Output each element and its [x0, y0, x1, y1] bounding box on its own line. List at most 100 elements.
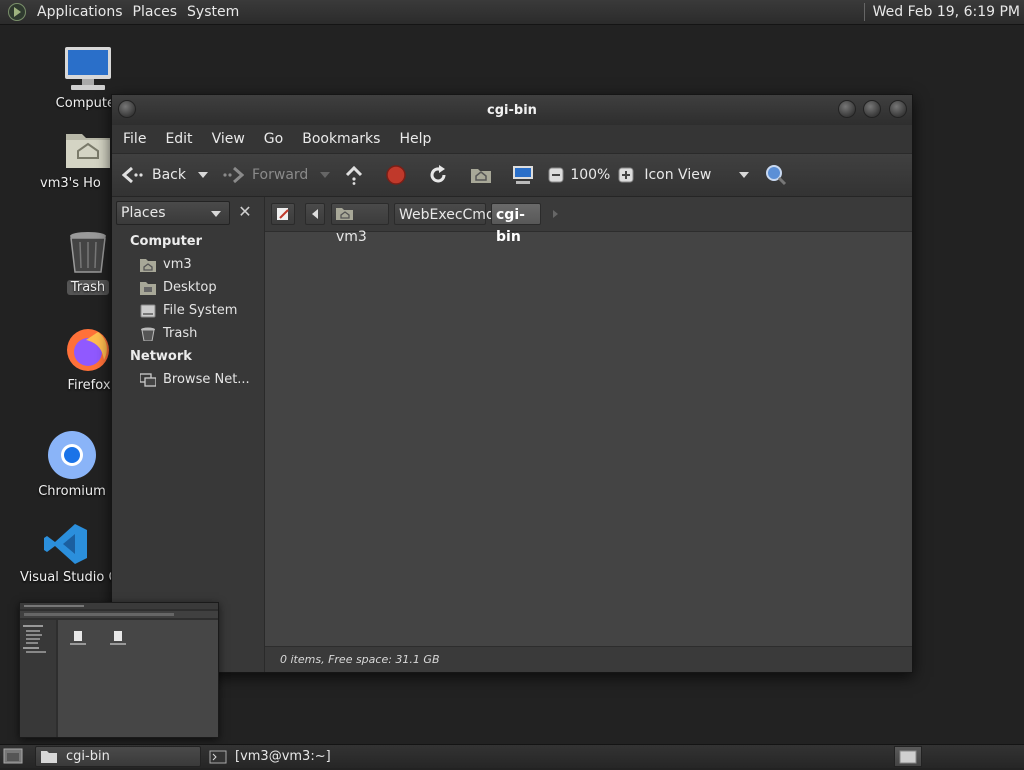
terminal-icon: [209, 750, 227, 763]
search-button[interactable]: [765, 164, 787, 186]
reload-button[interactable]: [428, 165, 448, 185]
view-mode-dropdown[interactable]: [739, 172, 750, 178]
computer-icon: [513, 166, 534, 184]
clock[interactable]: Wed Feb 19, 6:19 PM: [873, 4, 1020, 20]
sidebar-selector[interactable]: Places: [116, 201, 230, 225]
top-panel: Applications Places System Wed Feb 19, 6…: [0, 0, 1024, 25]
reload-icon: [430, 165, 446, 183]
forward-button[interactable]: Forward: [222, 166, 308, 184]
view-mode-select[interactable]: Icon View: [644, 167, 711, 183]
toolbar: Back Forward 100% Icon View: [112, 153, 912, 197]
sidebar-item-browse-network[interactable]: Browse Net...: [140, 372, 250, 387]
chromium-icon: [48, 431, 96, 479]
path-crumb-label: vm3: [336, 229, 367, 245]
search-icon: [766, 165, 787, 186]
places-menu[interactable]: Places: [128, 4, 183, 20]
menu-bookmarks[interactable]: Bookmarks: [296, 131, 386, 147]
firefox-icon: [67, 329, 109, 371]
desktop-icon-label: vm3's Home: [40, 176, 100, 191]
back-history-dropdown[interactable]: [198, 172, 208, 178]
desktop-icon-vscode[interactable]: Visual Studio Code: [20, 522, 112, 585]
sidebar-close-icon[interactable]: ✕: [236, 203, 254, 221]
zoom-level[interactable]: 100%: [570, 167, 610, 183]
trash-icon: [141, 327, 155, 341]
menu-edit[interactable]: Edit: [159, 131, 198, 147]
home-folder-icon: [471, 169, 492, 183]
back-label: Back: [152, 167, 186, 183]
status-bar: 0 items, Free space: 31.1 GB: [265, 646, 912, 672]
computer-icon: [65, 47, 111, 90]
window-title: cgi-bin: [487, 102, 537, 118]
forward-history-dropdown[interactable]: [320, 172, 331, 178]
home-folder-icon: [140, 258, 156, 272]
window-menu-button[interactable]: [118, 100, 136, 118]
forward-label: Forward: [252, 167, 309, 183]
stop-icon: [386, 165, 407, 185]
edit-location-button[interactable]: [271, 203, 295, 225]
view-mode-label: Icon View: [644, 167, 712, 183]
drive-icon: [140, 304, 156, 317]
menubar: File Edit View Go Bookmarks Help: [112, 125, 912, 153]
close-button[interactable]: [889, 100, 907, 118]
home-button[interactable]: [470, 166, 492, 184]
sidebar-header-computer: Computer: [130, 234, 203, 249]
pencil-note-icon: [277, 208, 289, 220]
status-text: 0 items, Free space: 31.1 GB: [280, 653, 440, 666]
menu-file[interactable]: File: [117, 131, 152, 147]
file-view[interactable]: vm3 WebExecCmd cgi-bin 0 items, Free spa…: [265, 197, 912, 672]
panel-separator: [863, 3, 865, 21]
forward-arrow-icon: [223, 166, 244, 184]
window-preview-thumbnail[interactable]: [19, 602, 219, 738]
desktop-folder-icon: [140, 281, 156, 295]
menu-go[interactable]: Go: [258, 131, 289, 147]
stop-button[interactable]: [386, 165, 407, 185]
menu-help[interactable]: Help: [393, 131, 437, 147]
chevron-down-icon: [211, 211, 221, 217]
path-bar: vm3 WebExecCmd cgi-bin: [265, 197, 912, 245]
sidebar-item-trash[interactable]: Trash: [140, 326, 197, 341]
path-scroll-right-icon[interactable]: [553, 210, 558, 218]
folder-icon: [41, 750, 57, 763]
window-titlebar[interactable]: cgi-bin: [112, 95, 912, 125]
sidebar-item-desktop[interactable]: Desktop: [140, 280, 217, 295]
zoom-in-button[interactable]: [618, 167, 634, 183]
zoom-in-icon: [618, 167, 634, 183]
show-desktop-icon: [3, 748, 23, 764]
path-crumb-cgi-bin[interactable]: cgi-bin: [491, 203, 541, 245]
taskbar-item-terminal[interactable]: [vm3@vm3:~]: [205, 746, 405, 767]
sidebar-item-file-system[interactable]: File System: [140, 303, 237, 318]
back-arrow-icon: [122, 166, 143, 184]
show-desktop-button[interactable]: [3, 748, 23, 768]
system-menu[interactable]: System: [182, 4, 244, 20]
applications-menu[interactable]: Applications: [32, 4, 128, 20]
path-crumb-label: cgi-bin: [496, 207, 525, 245]
sidebar-item-vm3[interactable]: vm3: [140, 257, 192, 272]
sidebar: Places ✕ Computer vm3 Desktop File Syste…: [112, 197, 265, 672]
back-button[interactable]: Back: [122, 166, 186, 184]
bottom-panel: cgi-bin [vm3@vm3:~]: [0, 744, 1024, 768]
menu-view[interactable]: View: [206, 131, 251, 147]
sidebar-item-label: Browse Net...: [163, 372, 250, 387]
path-crumb-webexeccmd[interactable]: WebExecCmd: [394, 203, 495, 225]
network-icon: [140, 372, 156, 387]
home-folder-icon: [66, 134, 110, 168]
workspace-icon: [899, 750, 917, 764]
sidebar-item-label: File System: [163, 303, 238, 318]
computer-button[interactable]: [512, 165, 534, 185]
trash-icon: [70, 232, 106, 273]
taskbar-item-label: cgi-bin: [66, 749, 110, 764]
chevron-left-icon: [312, 209, 318, 219]
zoom-out-button[interactable]: [548, 167, 564, 183]
taskbar-item-cgi-bin[interactable]: cgi-bin: [35, 746, 201, 767]
distro-logo-icon[interactable]: [8, 3, 26, 21]
path-crumb-vm3[interactable]: vm3: [331, 203, 389, 245]
minimize-button[interactable]: [838, 100, 856, 118]
up-button[interactable]: [344, 165, 364, 185]
sidebar-item-label: Desktop: [163, 280, 217, 295]
desktop-icon-chromium[interactable]: Chromium: [22, 430, 122, 499]
maximize-button[interactable]: [863, 100, 881, 118]
workspace-switcher[interactable]: [894, 746, 922, 767]
file-manager-window: cgi-bin File Edit View Go Bookmarks Help…: [111, 94, 913, 673]
path-scroll-left-button[interactable]: [305, 203, 325, 225]
home-folder-icon: [336, 208, 353, 220]
